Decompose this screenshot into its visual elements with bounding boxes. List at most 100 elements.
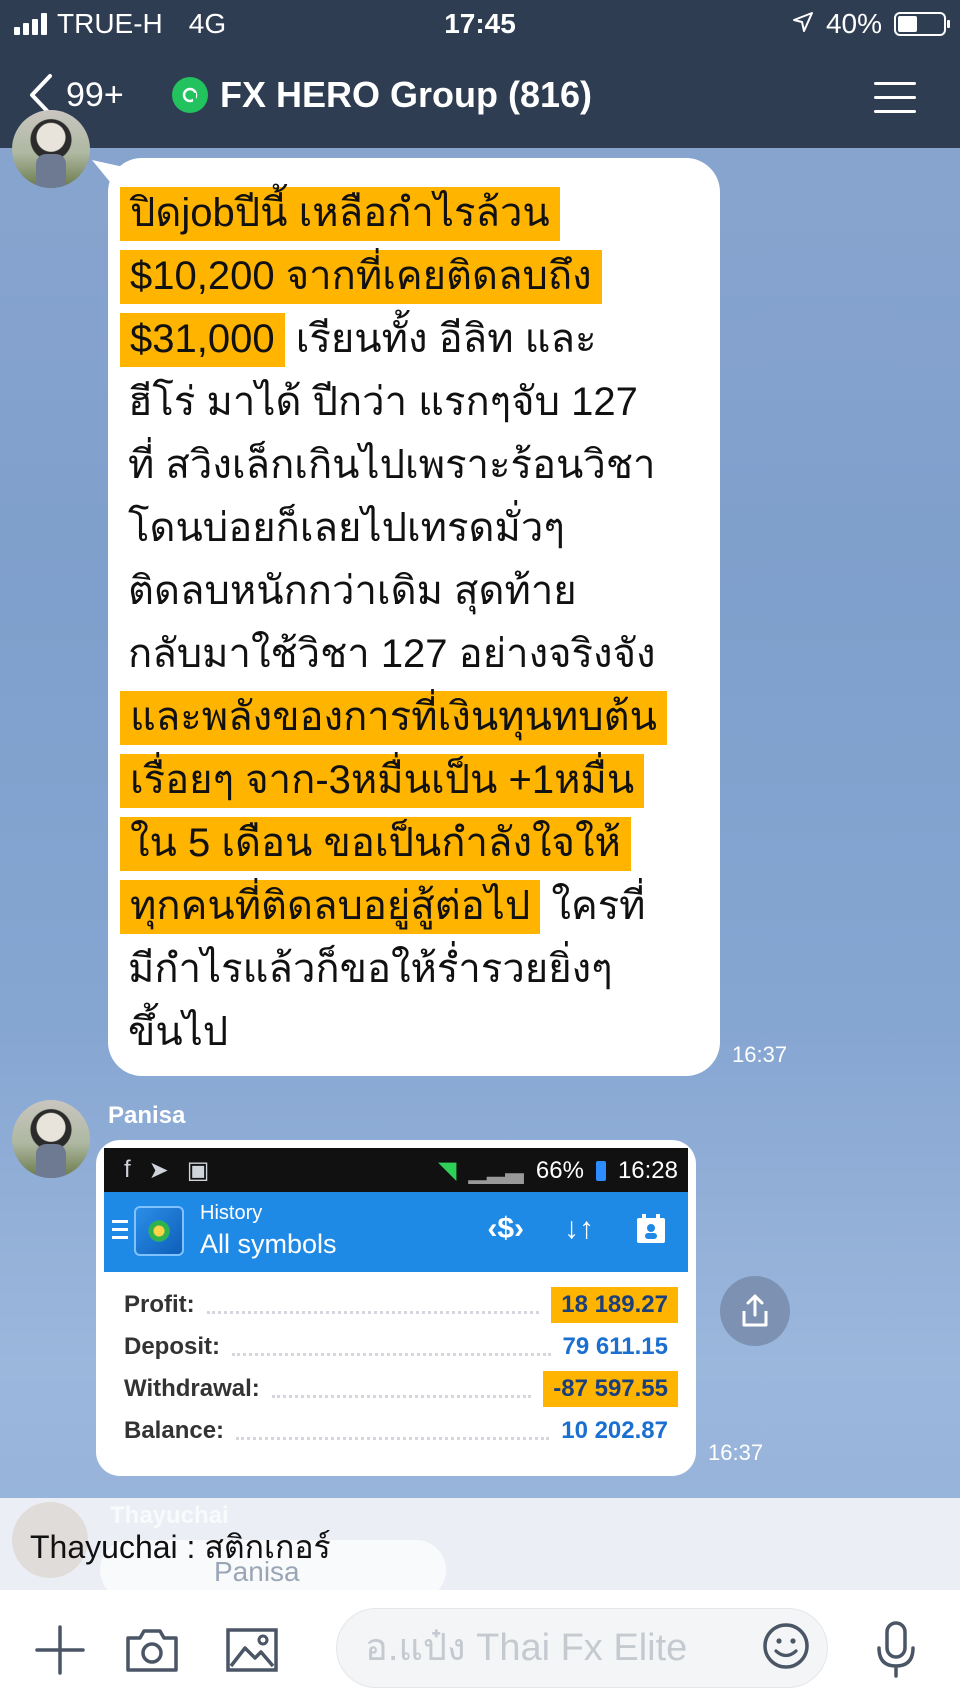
battery-icon bbox=[595, 1160, 606, 1181]
message-bubble[interactable]: ปิดjobปีนี้ เหลือกำไรล้วน $10,200 จากที่เ… bbox=[108, 158, 720, 1076]
microphone-icon bbox=[877, 1621, 915, 1678]
message-line: กลับมาใช้วิชา 127 อย่างจริงจัง bbox=[128, 623, 708, 686]
input-placeholder: อ.แป๋ง Thai Fx Elite bbox=[365, 1627, 688, 1669]
add-button[interactable] bbox=[30, 1620, 90, 1680]
signal-icon: ▁▂▃ bbox=[468, 1157, 524, 1184]
telegram-icon: ➤ bbox=[148, 1157, 169, 1184]
dotted-leader bbox=[232, 1339, 551, 1356]
highlighted-text: เรื่อยๆ จาก-3หมื่นเป็น +1หมื่น bbox=[120, 754, 645, 808]
location-arrow-icon bbox=[792, 8, 814, 40]
wifi-icon: ◥ bbox=[438, 1157, 457, 1184]
currency-exchange-icon: ‹$› bbox=[487, 1212, 524, 1245]
message-line: โดนบ่อยก็เลยไปเทรดมั่วๆ bbox=[128, 497, 708, 560]
share-icon bbox=[742, 1294, 768, 1327]
plain-text: ที่ สวิงเล็กเกินไปเพราะร้อนวิชา bbox=[128, 443, 656, 487]
summary-label: Deposit: bbox=[124, 1333, 220, 1360]
notification-icons: f ➤ ▣ bbox=[124, 1156, 209, 1185]
share-button[interactable] bbox=[720, 1276, 790, 1346]
unread-count: 99+ bbox=[66, 75, 124, 114]
dotted-leader bbox=[206, 1297, 540, 1314]
plain-text: มีกำไรแล้วก็ขอให้ร่ำรวยยิ่งๆ bbox=[128, 947, 613, 991]
message-line: ขึ้นไป bbox=[128, 1001, 708, 1064]
highlighted-text: และพลังของการที่เงินทุนทบต้น bbox=[120, 691, 667, 745]
plain-text: ติดลบหนักกว่าเดิม สุดท้าย bbox=[128, 569, 577, 613]
screenshot-time: 16:28 bbox=[617, 1156, 678, 1184]
summary-value: 10 202.87 bbox=[561, 1417, 668, 1444]
photo-button[interactable] bbox=[222, 1620, 282, 1680]
plain-text: โดนบ่อยก็เลยไปเทรดมั่วๆ bbox=[128, 506, 565, 550]
image-message[interactable]: f ➤ ▣ ◥ ▁▂▃ 66% 16:28 History All symbol… bbox=[96, 1140, 696, 1476]
summary-row: Deposit: 79 611.15 bbox=[124, 1326, 668, 1368]
summary-label: Profit: bbox=[124, 1291, 195, 1318]
plain-text: ใครที่ bbox=[540, 884, 646, 928]
notification-text: Thayuchai : สติกเกอร์ bbox=[30, 1529, 331, 1565]
new-message-notification[interactable]: Thayuchai Panisa Thayuchai : สติกเกอร์ bbox=[0, 1498, 960, 1600]
plain-text: เรียนทั้ง อีลิท และ bbox=[284, 317, 597, 361]
avatar[interactable] bbox=[12, 1100, 90, 1178]
menu-icon bbox=[112, 1220, 128, 1244]
toolbar-icons: ‹$› ↓↑ bbox=[487, 1212, 668, 1254]
image-icon: ▣ bbox=[186, 1157, 210, 1184]
message-line: และพลังของการที่เงินทุนทบต้น bbox=[120, 686, 708, 749]
menu-icon[interactable] bbox=[874, 82, 916, 114]
avatar[interactable] bbox=[12, 110, 90, 188]
calendar-icon bbox=[634, 1212, 668, 1254]
highlighted-text: $31,000 bbox=[120, 313, 285, 367]
message-line: $31,000 เรียนทั้ง อีลิท และ bbox=[120, 308, 708, 371]
history-label: History bbox=[200, 1202, 263, 1224]
metatrader-toolbar: History All symbols ‹$› ↓↑ bbox=[104, 1192, 688, 1272]
message-line: มีกำไรแล้วก็ขอให้ร่ำรวยยิ่งๆ bbox=[128, 938, 708, 1001]
group-name: FX HERO Group (816) bbox=[220, 74, 593, 115]
emoji-icon[interactable] bbox=[761, 1621, 811, 1671]
sender-name: Panisa bbox=[108, 1102, 186, 1129]
summary-label: Withdrawal: bbox=[124, 1375, 260, 1402]
message-text: ปิดjobปีนี้ เหลือกำไรล้วน $10,200 จากที่เ… bbox=[120, 182, 708, 1064]
message-time: 16:37 bbox=[708, 1440, 764, 1465]
summary-value: 18 189.27 bbox=[551, 1287, 678, 1323]
message-line: ใน 5 เดือน ขอเป็นกำลังใจให้ bbox=[120, 812, 708, 875]
message-line: ติดลบหนักกว่าเดิม สุดท้าย bbox=[128, 560, 708, 623]
group-title[interactable]: FX HERO Group (816) bbox=[172, 74, 592, 116]
screenshot-status-right: ◥ ▁▂▃ 66% 16:28 bbox=[438, 1156, 678, 1185]
history-title: History All symbols bbox=[200, 1202, 337, 1260]
history-summary-table: Profit: 18 189.27 Deposit: 79 611.15 Withdra… bbox=[104, 1272, 688, 1468]
highlighted-text: ใน 5 เดือน ขอเป็นกำลังใจให้ bbox=[120, 817, 631, 871]
sort-icon: ↓↑ bbox=[564, 1212, 594, 1245]
facebook-icon: f bbox=[124, 1156, 131, 1183]
message-line: ทุกคนที่ติดลบอยู่สู้ต่อไป ใครที่ bbox=[120, 875, 708, 938]
group-status-icon bbox=[172, 77, 208, 113]
message-line: ปิดjobปีนี้ เหลือกำไรล้วน bbox=[120, 182, 708, 245]
summary-label: Balance: bbox=[124, 1417, 225, 1444]
voice-button[interactable] bbox=[866, 1620, 926, 1680]
highlighted-text: ทุกคนที่ติดลบอยู่สู้ต่อไป bbox=[120, 880, 541, 934]
battery-icon bbox=[894, 12, 950, 36]
dotted-leader bbox=[271, 1381, 532, 1398]
screenshot-status-bar: f ➤ ▣ ◥ ▁▂▃ 66% 16:28 bbox=[104, 1148, 688, 1192]
input-bar: อ.แป๋ง Thai Fx Elite bbox=[0, 1590, 960, 1707]
symbols-label: All symbols bbox=[200, 1229, 337, 1259]
summary-row: Profit: 18 189.27 bbox=[124, 1284, 678, 1326]
status-right: 40% bbox=[792, 8, 950, 40]
message-line: เรื่อยๆ จาก-3หมื่นเป็น +1หมื่น bbox=[120, 749, 708, 812]
camera-icon bbox=[126, 1629, 178, 1672]
message-input[interactable]: อ.แป๋ง Thai Fx Elite bbox=[336, 1608, 828, 1688]
message-time: 16:37 bbox=[732, 1042, 788, 1067]
plain-text: กลับมาใช้วิชา 127 อย่างจริงจัง bbox=[128, 632, 656, 676]
dotted-leader bbox=[236, 1423, 550, 1440]
plain-text: ขึ้นไป bbox=[128, 1010, 229, 1054]
summary-row: Balance: 10 202.87 bbox=[124, 1410, 668, 1452]
camera-button[interactable] bbox=[122, 1620, 182, 1680]
plain-text: ฮีโร่ มาได้ ปีกว่า แรกๆจับ 127 bbox=[128, 380, 638, 424]
battery-percent: 40% bbox=[825, 8, 882, 39]
summary-value: -87 597.55 bbox=[543, 1371, 678, 1407]
summary-row: Withdrawal: -87 597.55 bbox=[124, 1368, 678, 1410]
plus-icon bbox=[35, 1625, 85, 1675]
message-line: ที่ สวิงเล็กเกินไปเพราะร้อนวิชา bbox=[128, 434, 708, 497]
highlighted-text: ปิดjobปีนี้ เหลือกำไรล้วน bbox=[120, 187, 560, 241]
chat-header: 99+ FX HERO Group (816) bbox=[0, 48, 960, 148]
message-line: ฮีโร่ มาได้ ปีกว่า แรกๆจับ 127 bbox=[128, 371, 708, 434]
status-bar: TRUE-H 4G 17:45 40% bbox=[0, 0, 960, 48]
image-icon bbox=[226, 1628, 278, 1672]
highlighted-text: $10,200 จากที่เคยติดลบถึง bbox=[120, 250, 602, 304]
screenshot-battery: 66% bbox=[535, 1156, 584, 1184]
